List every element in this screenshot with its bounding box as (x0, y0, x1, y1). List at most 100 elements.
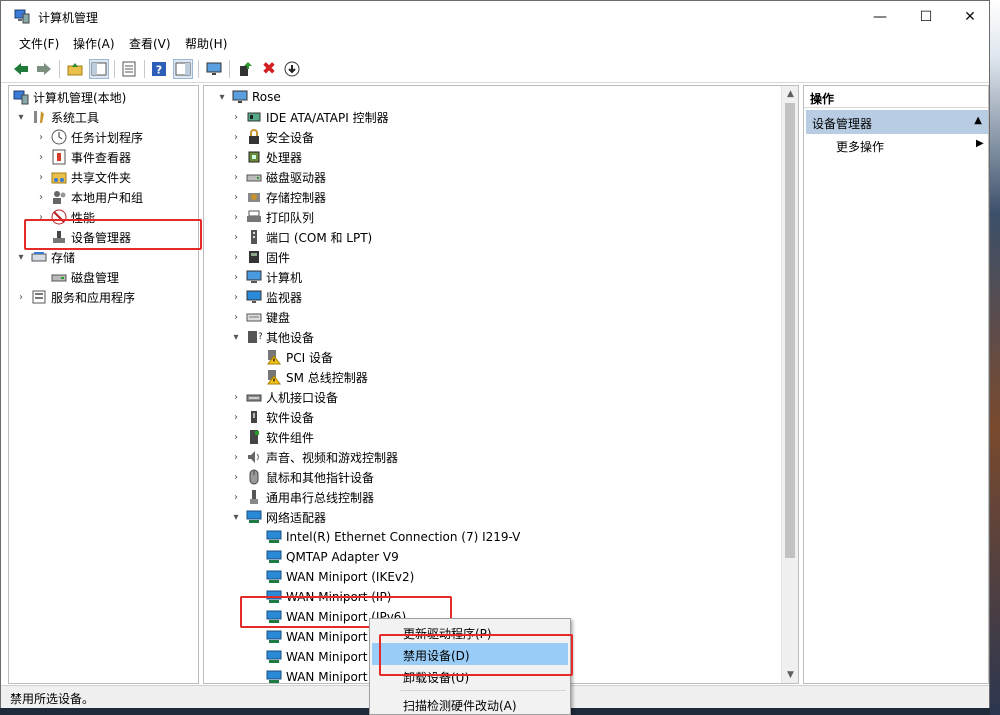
device-tree-item[interactable]: › 计算机 (230, 267, 302, 287)
disable-device-button[interactable] (282, 59, 302, 79)
chevron-down-icon[interactable]: ▾ (15, 112, 27, 123)
device-tree-item[interactable]: › 打印队列 (230, 207, 314, 227)
chevron-down-icon[interactable]: ▾ (216, 92, 228, 103)
tree-item-event-viewer[interactable]: › 事件查看器 (35, 147, 131, 167)
chevron-right-icon[interactable]: › (35, 192, 47, 203)
chevron-right-icon[interactable]: › (15, 292, 27, 303)
chevron-right-icon[interactable]: › (230, 152, 242, 163)
chevron-right-icon[interactable]: › (230, 472, 242, 483)
device-tree-item[interactable]: Intel(R) Ethernet Connection (7) I219-V (250, 527, 520, 547)
chevron-down-icon[interactable]: ▾ (15, 252, 27, 263)
close-button[interactable]: ✕ (947, 1, 993, 32)
tree-item-shared-folders[interactable]: › 共享文件夹 (35, 167, 131, 187)
disk-management-icon (51, 274, 67, 282)
scroll-down-icon[interactable]: ▼ (782, 667, 798, 683)
properties-button[interactable] (119, 59, 139, 79)
actions-group-device-manager[interactable]: 设备管理器 ▲ (806, 110, 988, 134)
tree-item-computer-management[interactable]: 计算机管理(本地) (11, 87, 126, 107)
scroll-up-icon[interactable]: ▲ (782, 86, 798, 102)
chevron-right-icon[interactable]: › (35, 152, 47, 163)
context-item-scan-hardware[interactable]: 扫描检测硬件改动(A) (372, 693, 568, 715)
tree-item-system-tools[interactable]: ▾ 系统工具 (15, 107, 99, 127)
chevron-right-icon[interactable]: › (230, 392, 242, 403)
help-button[interactable]: ? (149, 59, 169, 79)
device-tree-item[interactable]: ▾? 其他设备 (230, 327, 314, 347)
device-tree-item[interactable]: › 声音、视频和游戏控制器 (230, 447, 398, 467)
device-tree-item[interactable]: SM 总线控制器 (250, 367, 368, 387)
update-driver-button[interactable] (235, 59, 255, 79)
device-tree-item[interactable]: › 存储控制器 (230, 187, 326, 207)
chevron-right-icon[interactable]: › (35, 132, 47, 143)
menu-help[interactable]: 帮助(H) (185, 35, 227, 52)
software-device-icon (251, 411, 257, 423)
chevron-right-icon[interactable]: › (35, 172, 47, 183)
title-bar[interactable]: 计算机管理 — ☐ ✕ (1, 1, 989, 32)
chevron-right-icon[interactable]: › (230, 272, 242, 283)
show-hide-tree-button[interactable] (89, 59, 109, 79)
maximize-button[interactable]: ☐ (903, 1, 949, 32)
close-icon: ✕ (964, 8, 976, 25)
tree-item-task-scheduler[interactable]: › 任务计划程序 (35, 127, 143, 147)
minimize-button[interactable]: — (857, 1, 903, 32)
device-tree-item[interactable]: › 监视器 (230, 287, 302, 307)
device-tree-item[interactable]: › 鼠标和其他指针设备 (230, 467, 374, 487)
chevron-right-icon[interactable]: › (230, 312, 242, 323)
menu-file[interactable]: 文件(F) (19, 35, 59, 52)
device-tree-item[interactable]: WAN Miniport (250, 627, 367, 647)
vertical-scrollbar[interactable]: ▲ ▼ (781, 86, 798, 683)
chevron-right-icon[interactable]: › (230, 212, 242, 223)
menu-view[interactable]: 查看(V) (129, 35, 171, 52)
device-tree-item[interactable]: QMTAP Adapter V9 (250, 547, 399, 567)
tree-item-storage[interactable]: ▾ 存储 (15, 247, 75, 267)
chevron-right-icon[interactable]: › (230, 432, 242, 443)
port-icon (251, 230, 257, 244)
chevron-down-icon[interactable]: ▾ (230, 332, 242, 343)
chevron-right-icon[interactable]: › (230, 192, 242, 203)
device-tree-item[interactable]: › 软件设备 (230, 407, 314, 427)
device-tree-item[interactable]: › 端口 (COM 和 LPT) (230, 227, 372, 247)
chevron-right-icon[interactable]: › (230, 292, 242, 303)
chevron-right-icon[interactable]: › (230, 492, 242, 503)
device-tree-item[interactable]: WAN Miniport (250, 667, 367, 683)
chevron-right-icon[interactable]: › (230, 252, 242, 263)
show-hide-action-pane-button[interactable] (173, 59, 193, 79)
back-button[interactable] (11, 59, 31, 79)
device-tree-item[interactable]: PCI 设备 (250, 347, 333, 367)
scan-monitor-button[interactable] (204, 59, 224, 79)
device-tree-item[interactable]: › 通用串行总线控制器 (230, 487, 374, 507)
collapse-up-icon[interactable]: ▲ (974, 115, 982, 126)
device-tree-item[interactable]: › 软件组件 (230, 427, 314, 447)
chevron-right-icon[interactable]: › (230, 232, 242, 243)
network-adapter-icon (266, 650, 282, 663)
device-tree-item[interactable]: › IDE ATA/ATAPI 控制器 (230, 107, 389, 127)
scrollbar-thumb[interactable] (785, 103, 795, 558)
tree-item-local-users[interactable]: › 本地用户和组 (35, 187, 143, 207)
uninstall-button[interactable]: ✖ (259, 59, 279, 79)
monitor-icon (246, 290, 262, 303)
device-tree-item[interactable]: WAN Miniport (IKEv2) (250, 567, 414, 587)
menu-action[interactable]: 操作(A) (73, 35, 115, 52)
chevron-right-icon[interactable]: › (230, 412, 242, 423)
device-tree-item[interactable]: › 磁盘驱动器 (230, 167, 326, 187)
device-tree-item[interactable]: WAN Miniport (250, 647, 367, 667)
device-tree-item[interactable]: ▾ 网络适配器 (230, 507, 326, 527)
device-tree-item-label: 监视器 (266, 290, 303, 305)
forward-button[interactable] (34, 59, 54, 79)
system-tools-icon (34, 111, 44, 123)
chevron-right-icon[interactable]: › (230, 172, 242, 183)
chevron-right-icon[interactable]: › (230, 132, 242, 143)
tree-item-services-apps[interactable]: › 服务和应用程序 (15, 287, 135, 307)
chevron-right-icon[interactable]: › (230, 452, 242, 463)
tree-item-disk-management[interactable]: 磁盘管理 (35, 267, 119, 287)
device-tree-item[interactable]: › 安全设备 (230, 127, 314, 147)
processor-icon (248, 151, 260, 163)
device-tree-item[interactable]: ▾ Rose (216, 87, 280, 107)
more-actions-item[interactable]: 更多操作 (836, 138, 884, 155)
up-folder-button[interactable] (65, 59, 85, 79)
chevron-right-icon[interactable]: › (230, 112, 242, 123)
device-tree-item[interactable]: › 人机接口设备 (230, 387, 338, 407)
device-tree-item[interactable]: › 处理器 (230, 147, 302, 167)
chevron-down-icon[interactable]: ▾ (230, 512, 242, 523)
device-tree-item[interactable]: › 固件 (230, 247, 290, 267)
device-tree-item[interactable]: › 键盘 (230, 307, 290, 327)
